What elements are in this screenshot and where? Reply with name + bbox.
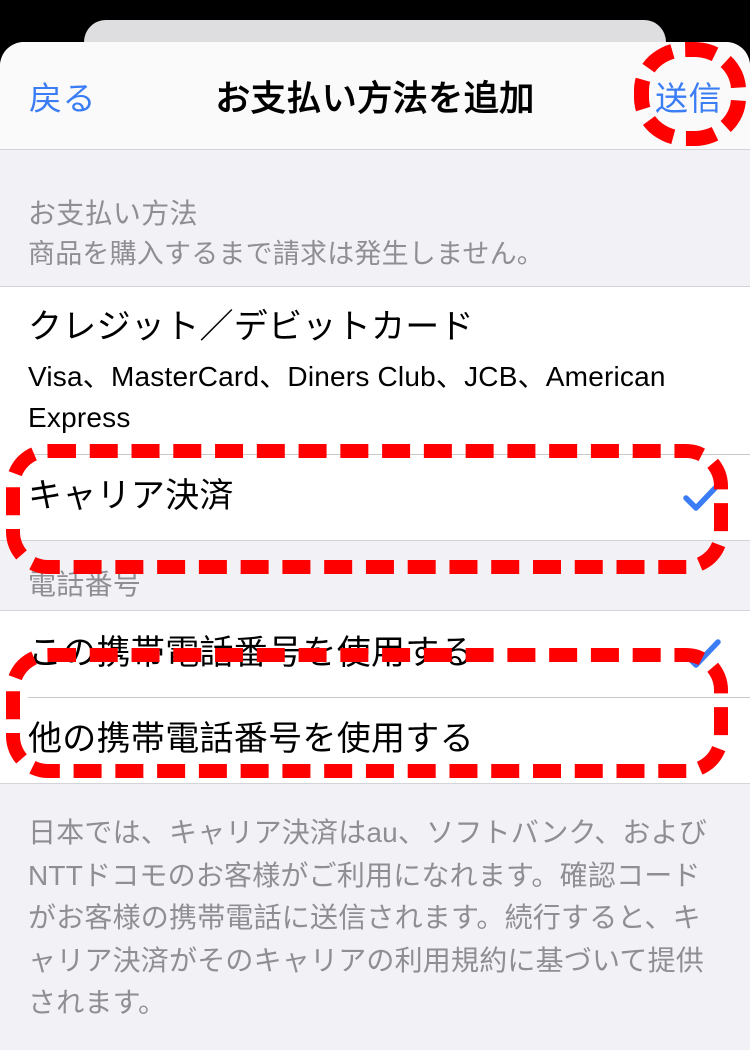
phone-number-group: この携帯電話番号を使用する 他の携帯電話番号を使用する (0, 610, 750, 785)
phone-number-section-header: 電話番号 (0, 541, 750, 610)
credit-card-title: クレジット／デビットカード (28, 308, 474, 347)
modal-sheet: 戻る お支払い方法を追加 送信 お支払い方法 商品を購入するまで請求は発生しませ… (0, 42, 750, 1050)
payment-option-carrier-billing[interactable]: キャリア決済 (0, 454, 750, 541)
phone-option-use-this-number[interactable]: この携帯電話番号を使用する (0, 611, 750, 698)
payment-method-section-subtitle: 商品を購入するまで請求は発生しません。 (28, 239, 544, 269)
checkmark-icon (682, 477, 722, 517)
use-other-number-label: 他の携帯電話番号を使用する (28, 720, 474, 759)
phone-option-use-other-number[interactable]: 他の携帯電話番号を使用する (0, 697, 750, 784)
settings-content: お支払い方法 商品を購入するまで請求は発生しません。 クレジット／デビットカード… (0, 150, 750, 1050)
payment-method-section-title: お支払い方法 (28, 198, 198, 229)
payment-option-credit-card[interactable]: クレジット／デビットカード Visa、MasterCard、Diners Clu… (0, 287, 750, 455)
navigation-bar: 戻る お支払い方法を追加 送信 (0, 42, 750, 150)
phone-screen: 戻る お支払い方法を追加 送信 お支払い方法 商品を購入するまで請求は発生しませ… (0, 0, 750, 1050)
page-title: お支払い方法を追加 (215, 79, 535, 118)
carrier-billing-title: キャリア決済 (28, 477, 234, 516)
submit-button[interactable]: 送信 (655, 72, 722, 120)
payment-method-group: クレジット／デビットカード Visa、MasterCard、Diners Clu… (0, 286, 750, 542)
credit-card-brands: Visa、MasterCard、Diners Club、JCB、American… (28, 360, 666, 433)
use-this-number-label: この携帯電話番号を使用する (28, 634, 474, 673)
payment-method-section-header: お支払い方法 商品を購入するまで請求は発生しません。 (0, 150, 750, 286)
phone-number-section-title: 電話番号 (28, 569, 142, 601)
carrier-billing-disclaimer: 日本では、キャリア決済はau、ソフトバンク、およびNTTドコモのお客様がご利用に… (28, 817, 708, 1019)
checkmark-icon (682, 634, 722, 674)
